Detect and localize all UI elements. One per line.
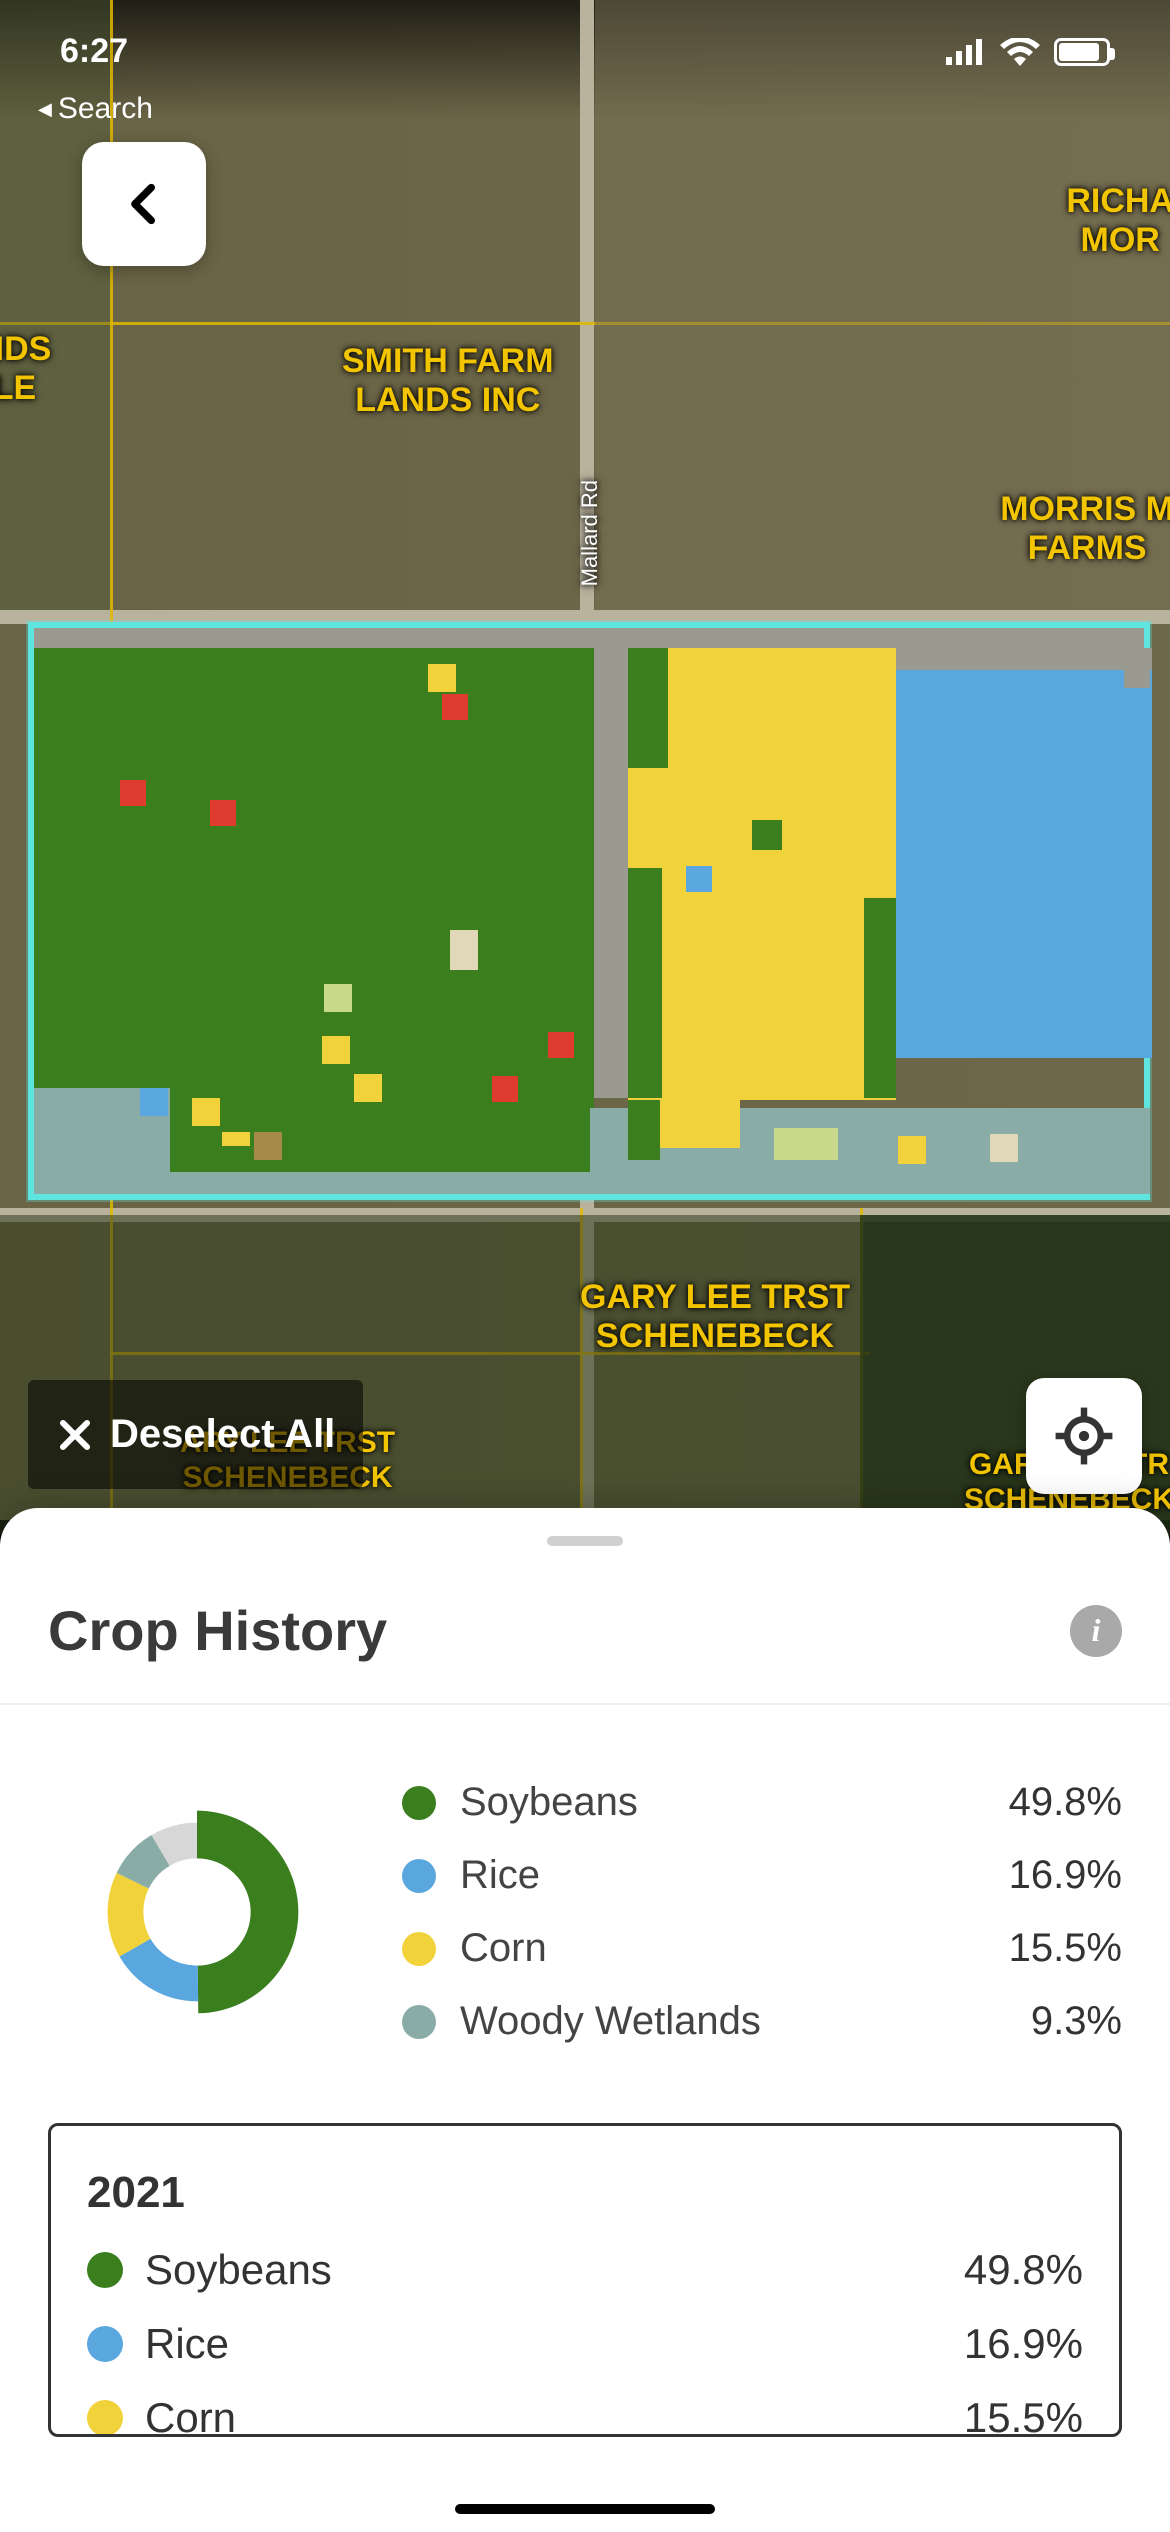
cellular-icon — [946, 39, 986, 65]
parcel-label: SMITH FARM LANDS INC — [342, 342, 554, 420]
chevron-left-icon — [122, 182, 166, 226]
legend-item: Soybeans49.8% — [402, 1780, 1122, 1825]
breadcrumb-label: Search — [58, 92, 153, 126]
parcel-label: MORRIS M FARMS — [1000, 490, 1170, 568]
info-icon[interactable]: i — [1070, 1605, 1122, 1657]
sheet-title: Crop History — [48, 1598, 387, 1663]
year-card-2021[interactable]: 2021 Soybeans49.8% Rice16.9% Corn15.5% — [48, 2123, 1122, 2437]
battery-icon — [1054, 38, 1110, 66]
deselect-label: Deselect All — [110, 1412, 335, 1457]
crop-classification-overlay[interactable] — [28, 622, 1150, 1200]
status-time: 6:27 — [60, 32, 128, 71]
year-crop-row: Soybeans49.8% — [87, 2246, 1083, 2294]
back-button[interactable] — [82, 142, 206, 266]
legend-item: Corn15.5% — [402, 1926, 1122, 1971]
road-label: Mallard Rd — [577, 480, 603, 586]
crop-legend: Soybeans49.8% Rice16.9% Corn15.5% Woody Wet… — [402, 1780, 1122, 2044]
parcel-label: GARY LEE TRST SCHENEBECK — [580, 1278, 850, 1356]
parcel-label: RICHA MOR — [1066, 182, 1170, 260]
home-indicator[interactable] — [455, 2504, 715, 2514]
crosshair-icon — [1053, 1405, 1115, 1467]
crop-history-sheet[interactable]: Crop History i Soybeans49.8% Rice16.9% Cor… — [0, 1508, 1170, 2532]
breadcrumb-back[interactable]: Search — [38, 92, 153, 126]
deselect-all-button[interactable]: Deselect All — [28, 1380, 363, 1489]
close-icon — [56, 1417, 92, 1453]
status-bar: 6:27 — [0, 32, 1170, 71]
year-crop-row: Corn15.5% — [87, 2394, 1083, 2437]
locate-me-button[interactable] — [1026, 1378, 1142, 1494]
legend-item: Rice16.9% — [402, 1853, 1122, 1898]
wifi-icon — [1000, 38, 1040, 66]
year-label: 2021 — [87, 2168, 1083, 2218]
crop-donut-chart — [48, 1763, 346, 2061]
year-crop-row: Rice16.9% — [87, 2320, 1083, 2368]
sheet-grabber[interactable] — [547, 1536, 623, 1546]
parcel-label: ANDS SLE — [0, 330, 51, 408]
legend-item: Woody Wetlands9.3% — [402, 1999, 1122, 2044]
